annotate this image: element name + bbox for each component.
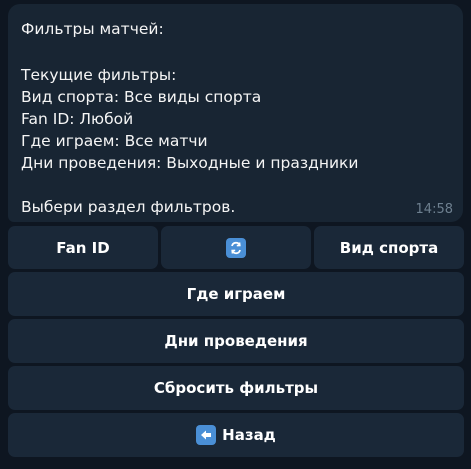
match-days-button[interactable]: Дни проведения [8, 319, 464, 363]
reset-filters-button[interactable]: Сбросить фильтры [8, 366, 464, 410]
message-line-where: Где играем: Все матчи [21, 132, 208, 150]
reset-filters-button-label: Сбросить фильтры [153, 379, 319, 397]
fan-id-button[interactable]: Fan ID [8, 226, 158, 269]
message-line-sport: Вид спорта: Все виды спорта [21, 88, 262, 106]
where-we-play-button[interactable]: Где играем [8, 272, 464, 316]
back-button[interactable]: Назад [8, 413, 464, 457]
back-button-content: Назад [196, 425, 276, 445]
match-days-button-label: Дни проведения [164, 332, 308, 350]
refresh-button[interactable] [161, 226, 311, 269]
back-button-label: Назад [222, 426, 276, 444]
where-we-play-button-label: Где играем [186, 285, 286, 303]
message-line-title: Фильтры матчей: [21, 20, 164, 38]
refresh-icon [226, 237, 246, 258]
message-time: 14:58 [415, 202, 453, 217]
message-line-days: Дни проведения: Выходные и праздники [21, 154, 359, 172]
fan-id-button-label: Fan ID [56, 238, 110, 257]
message-line-current-filters: Текущие фильтры: [21, 66, 177, 84]
sport-type-button[interactable]: Вид спорта [314, 226, 464, 269]
message-bubble: Фильтры матчей: Текущие фильтры: Вид спо… [8, 4, 463, 222]
message-line-prompt: Выбери раздел фильтров. [21, 198, 236, 216]
arrow-left-icon [196, 425, 217, 445]
sport-type-button-label: Вид спорта [339, 238, 439, 257]
message-line-fan-id: Fan ID: Любой [21, 110, 134, 128]
